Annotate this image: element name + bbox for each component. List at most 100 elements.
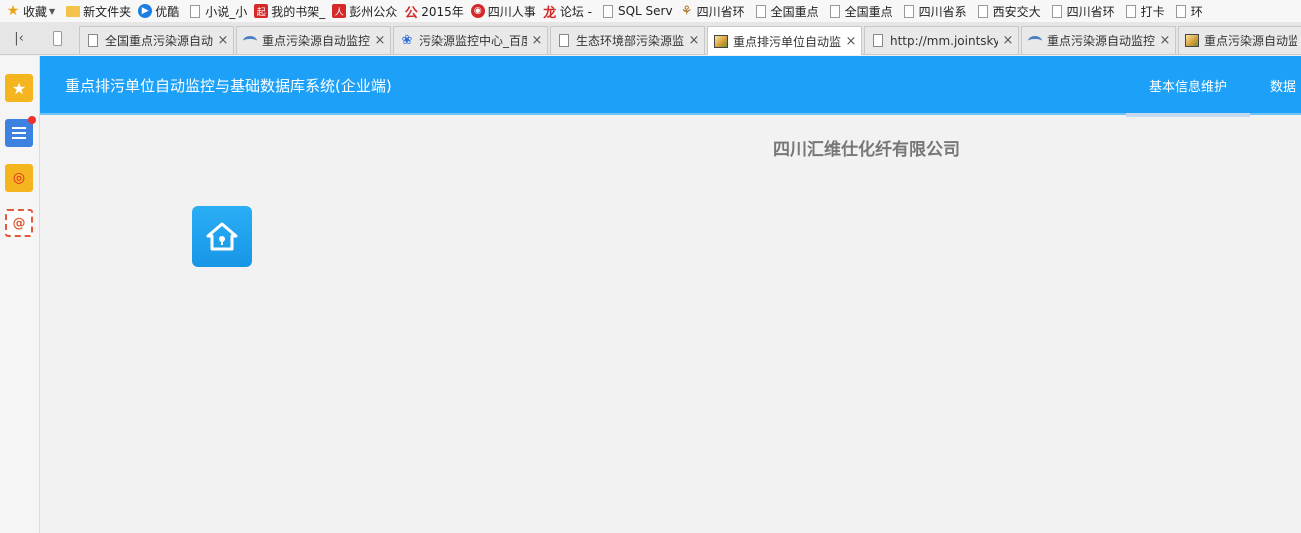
bookmark-label: 环 bbox=[1190, 4, 1203, 19]
tab-label: 全国重点污染源自动 bbox=[105, 34, 213, 48]
page-icon bbox=[88, 34, 98, 47]
bookmark-pengzhou[interactable]: 人 彭州公众 bbox=[330, 0, 402, 22]
page-icon bbox=[977, 4, 988, 18]
bookmark-youku[interactable]: ▶ 优酷 bbox=[136, 0, 184, 22]
bookmark-label: 论坛 - bbox=[559, 4, 592, 19]
qidian-icon: 起 bbox=[254, 4, 269, 18]
page-icon bbox=[190, 4, 201, 18]
tab-key-pollution-2[interactable]: 重点污染源自动监控 × bbox=[1021, 26, 1176, 54]
app-title: 重点排污单位自动监控与基础数据库系统(企业端) bbox=[65, 77, 392, 95]
bookmark-xjtu[interactable]: 西安交大 bbox=[972, 0, 1046, 22]
bookmark-label: 西安交大 bbox=[992, 4, 1041, 19]
page-icon bbox=[559, 34, 569, 47]
bookmark-forum[interactable]: 龙 论坛 - bbox=[541, 0, 597, 22]
bookmark-label: 彭州公众 bbox=[349, 4, 398, 19]
bookmark-punch-in[interactable]: 打卡 bbox=[1120, 0, 1170, 22]
bookmark-national-1[interactable]: 全国重点 bbox=[750, 0, 824, 22]
page-icon bbox=[903, 4, 914, 18]
bookmark-label: 全国重点 bbox=[844, 4, 893, 19]
bookmark-label: 小说_小 bbox=[205, 4, 248, 19]
chevron-down-icon[interactable]: ▼ bbox=[49, 7, 55, 16]
grain-icon: ⚘ bbox=[680, 3, 693, 19]
mail-icon[interactable]: @ bbox=[5, 209, 33, 237]
app-header: 重点排污单位自动监控与基础数据库系统(企业端) 基本信息维护 数据 bbox=[40, 56, 1301, 117]
close-icon[interactable]: × bbox=[1002, 33, 1014, 48]
bookmark-new-folder[interactable]: 新文件夹 bbox=[64, 0, 136, 22]
bookmarks-bar: ★ 收藏 ▼ 新文件夹 ▶ 优酷 小说_小 起 我的书架_ 人 彭州公众 公 2… bbox=[0, 0, 1301, 22]
page-icon bbox=[829, 4, 840, 18]
close-icon[interactable]: × bbox=[1159, 33, 1171, 48]
bookmark-label: 优酷 bbox=[155, 4, 180, 19]
wave-icon bbox=[1028, 35, 1042, 46]
page-icon bbox=[1125, 4, 1136, 18]
tab-label: 生态环境部污染源监 bbox=[576, 34, 684, 48]
bookmark-label: SQL Serv bbox=[617, 4, 673, 18]
star-icon: ★ bbox=[6, 3, 20, 19]
mobile-icon[interactable] bbox=[48, 27, 66, 49]
tab-label: http://mm.jointsky bbox=[890, 33, 998, 48]
image-icon bbox=[1185, 34, 1199, 47]
bookmark-label: 新文件夹 bbox=[83, 4, 132, 19]
home-tile-button[interactable] bbox=[192, 206, 252, 267]
page-icon bbox=[873, 34, 883, 47]
collapse-sidebar-icon[interactable]: |‹ bbox=[8, 27, 30, 49]
bookmark-sql-server[interactable]: SQL Serv bbox=[597, 0, 678, 22]
close-icon[interactable]: × bbox=[217, 33, 229, 48]
bookmark-label: 收藏 bbox=[23, 4, 48, 19]
bookmark-label: 2015年 bbox=[421, 4, 464, 19]
paw-icon: ❀ bbox=[401, 33, 413, 48]
bookmark-sichuan-env-2[interactable]: 四川省环 bbox=[1046, 0, 1120, 22]
reading-list-icon[interactable] bbox=[5, 116, 36, 147]
nav-basic-info[interactable]: 基本信息维护 bbox=[1126, 56, 1250, 117]
bookmark-novel[interactable]: 小说_小 bbox=[184, 0, 252, 22]
bookmark-label: 四川省环 bbox=[1066, 4, 1115, 19]
bookmark-2015[interactable]: 公 2015年 bbox=[402, 0, 469, 22]
tab-jointsky[interactable]: http://mm.jointsky × bbox=[864, 26, 1019, 54]
wave-icon bbox=[243, 35, 257, 46]
bookmark-bookshelf[interactable]: 起 我的书架_ bbox=[252, 0, 330, 22]
close-icon[interactable]: × bbox=[845, 34, 857, 49]
folder-icon bbox=[66, 5, 81, 17]
browser-side-panel: ★ ◎ @ bbox=[0, 56, 40, 533]
bookmark-label: 四川省环 bbox=[696, 4, 745, 19]
bookmark-label: 打卡 bbox=[1140, 4, 1165, 19]
company-name: 四川汇维仕化纤有限公司 bbox=[773, 140, 960, 160]
bookmark-label: 我的书架_ bbox=[271, 4, 326, 19]
bookmark-sichuan-sys[interactable]: 四川省系 bbox=[898, 0, 972, 22]
image-icon bbox=[714, 34, 728, 48]
favorites-star-icon[interactable]: ★ bbox=[5, 74, 33, 102]
notification-dot bbox=[28, 116, 36, 124]
main-content: 四川汇维仕化纤有限公司 bbox=[40, 117, 1301, 533]
tab-key-pollution-1[interactable]: 重点污染源自动监控 × bbox=[236, 26, 391, 54]
page-icon bbox=[602, 4, 613, 18]
tab-ministry[interactable]: 生态环境部污染源监 × bbox=[550, 26, 705, 54]
tab-label: 污染源监控中心_百度 bbox=[419, 34, 527, 48]
tab-label: 重点污染源自动监控 bbox=[262, 34, 370, 48]
tab-active-monitoring[interactable]: 重点排污单位自动监 × bbox=[707, 26, 862, 55]
page-icon bbox=[1175, 4, 1186, 18]
tab-label: 重点污染源自动监控 bbox=[1047, 34, 1155, 48]
bookmark-favorites[interactable]: ★ 收藏 ▼ bbox=[4, 0, 64, 22]
bookmark-sichuan-env[interactable]: ⚘ 四川省环 bbox=[678, 0, 750, 22]
home-icon bbox=[206, 222, 238, 250]
bookmark-label: 四川人事 bbox=[487, 4, 536, 19]
dragon-icon: 龙 bbox=[543, 5, 557, 21]
youku-icon: ▶ bbox=[138, 4, 153, 18]
seal-icon: ◉ bbox=[470, 4, 485, 18]
bookmark-label: 四川省系 bbox=[918, 4, 967, 19]
tab-key-pollution-3[interactable]: 重点污染源自动监控 bbox=[1178, 26, 1301, 54]
close-icon[interactable]: × bbox=[374, 33, 386, 48]
tab-baidu-search[interactable]: ❀ 污染源监控中心_百度 × bbox=[393, 26, 548, 54]
bookmark-env[interactable]: 环 bbox=[1170, 0, 1208, 22]
close-icon[interactable]: × bbox=[688, 33, 700, 48]
bookmark-sichuan-hr[interactable]: ◉ 四川人事 bbox=[469, 0, 541, 22]
page-icon bbox=[755, 4, 766, 18]
tab-label: 重点污染源自动监控 bbox=[1204, 34, 1297, 48]
nav-data[interactable]: 数据 bbox=[1270, 56, 1301, 115]
close-icon[interactable]: × bbox=[531, 33, 543, 48]
bookmark-label: 全国重点 bbox=[770, 4, 819, 19]
bookmark-national-2[interactable]: 全国重点 bbox=[824, 0, 898, 22]
weibo-icon[interactable]: ◎ bbox=[5, 164, 33, 192]
tab-national-key[interactable]: 全国重点污染源自动 × bbox=[79, 26, 234, 54]
people-icon: 人 bbox=[332, 4, 347, 18]
